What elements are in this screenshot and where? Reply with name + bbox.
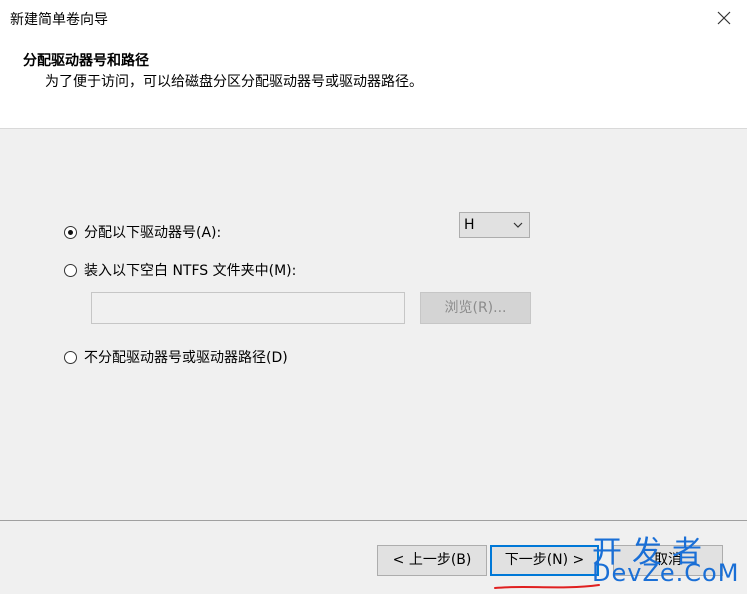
radio-button[interactable] <box>64 350 77 364</box>
watermark-logo: 开发者 DevZe.CoM <box>592 527 742 591</box>
radio-no-assign[interactable]: 不分配驱动器号或驱动器路径(D) <box>64 347 288 367</box>
close-icon <box>717 11 731 25</box>
radio-button-checked[interactable] <box>64 225 77 239</box>
radio-assign-letter[interactable]: 分配以下驱动器号(A): <box>64 222 221 242</box>
radio-assign-letter-label: 分配以下驱动器号(A): <box>84 225 222 241</box>
radio-mount-folder-label: 装入以下空白 NTFS 文件夹中(M): <box>84 263 297 279</box>
close-button[interactable] <box>701 0 747 36</box>
radio-no-assign-label: 不分配驱动器号或驱动器路径(D) <box>84 350 288 366</box>
folder-path-input[interactable] <box>91 292 405 324</box>
radio-mount-folder[interactable]: 装入以下空白 NTFS 文件夹中(M): <box>64 260 296 280</box>
wizard-content <box>0 129 747 521</box>
radio-button[interactable] <box>64 263 77 277</box>
drive-letter-select[interactable]: H <box>459 212 530 238</box>
drive-letter-value: H <box>464 217 475 233</box>
back-button[interactable]: < 上一步(B) <box>377 545 487 576</box>
window-title: 新建简单卷向导 <box>10 12 108 28</box>
next-button[interactable]: 下一步(N) > <box>490 545 599 576</box>
browse-button[interactable]: 浏览(R)... <box>420 292 531 324</box>
title-bar: 新建简单卷向导 <box>0 0 747 36</box>
chevron-down-icon <box>513 222 523 228</box>
page-title: 分配驱动器号和路径 <box>23 53 149 69</box>
annotation-underline <box>494 584 600 589</box>
wizard-header: 分配驱动器号和路径 为了便于访问，可以给磁盘分区分配驱动器号或驱动器路径。 <box>0 36 747 129</box>
page-subtitle: 为了便于访问，可以给磁盘分区分配驱动器号或驱动器路径。 <box>45 74 423 90</box>
watermark-en: DevZe.CoM <box>592 559 740 587</box>
